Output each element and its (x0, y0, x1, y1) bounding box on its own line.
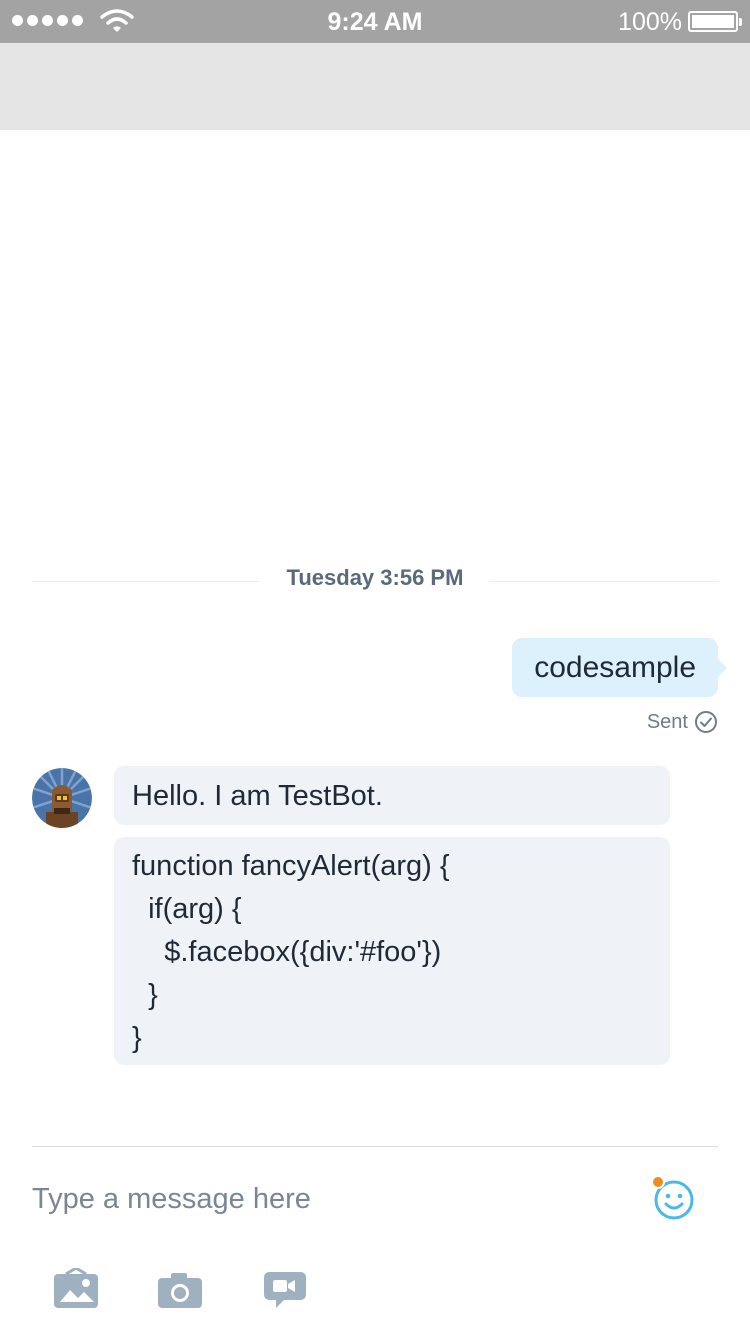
code-line: if(arg) { (132, 893, 242, 925)
delivery-status: Sent (647, 710, 718, 734)
outgoing-message-text: codesample (534, 651, 696, 684)
video-message-button[interactable] (260, 1268, 310, 1314)
video-message-icon (264, 1272, 306, 1308)
robot-avatar-icon[interactable] (32, 768, 92, 828)
compose-divider (32, 1146, 718, 1147)
bot-greeting-bubble[interactable]: Hello. I am TestBot. (114, 766, 670, 825)
divider-line-right (490, 581, 718, 582)
photo-icon (54, 1266, 98, 1308)
battery-percentage: 100% (618, 8, 682, 36)
code-line: $.facebox({div:'#foo'}) (132, 936, 442, 968)
code-line: function fancyAlert(arg) { (132, 850, 450, 882)
camera-button[interactable] (156, 1268, 206, 1314)
smiley-icon (651, 1175, 694, 1220)
message-input[interactable] (32, 1174, 592, 1224)
code-line: } (132, 979, 158, 1011)
battery-full-icon (688, 11, 742, 32)
conversation-header (0, 43, 750, 130)
outgoing-message-bubble[interactable]: codesample (512, 638, 727, 697)
emoji-button[interactable] (648, 1174, 698, 1224)
code-line: } (132, 1022, 142, 1054)
camera-icon (158, 1273, 202, 1308)
bubble-tail (717, 658, 727, 678)
message-timestamp: Tuesday 3:56 PM (286, 565, 464, 590)
delivery-status-label: Sent (646, 710, 688, 733)
check-circle-icon (695, 711, 717, 733)
timestamp-divider: Tuesday 3:56 PM (32, 565, 718, 595)
status-bar: 9:24 AM 100% (0, 0, 750, 43)
bot-code-bubble[interactable]: function fancyAlert(arg) { if(arg) { $.f… (114, 837, 670, 1065)
bot-greeting-text: Hello. I am TestBot. (132, 780, 383, 812)
photo-button[interactable] (52, 1266, 102, 1314)
